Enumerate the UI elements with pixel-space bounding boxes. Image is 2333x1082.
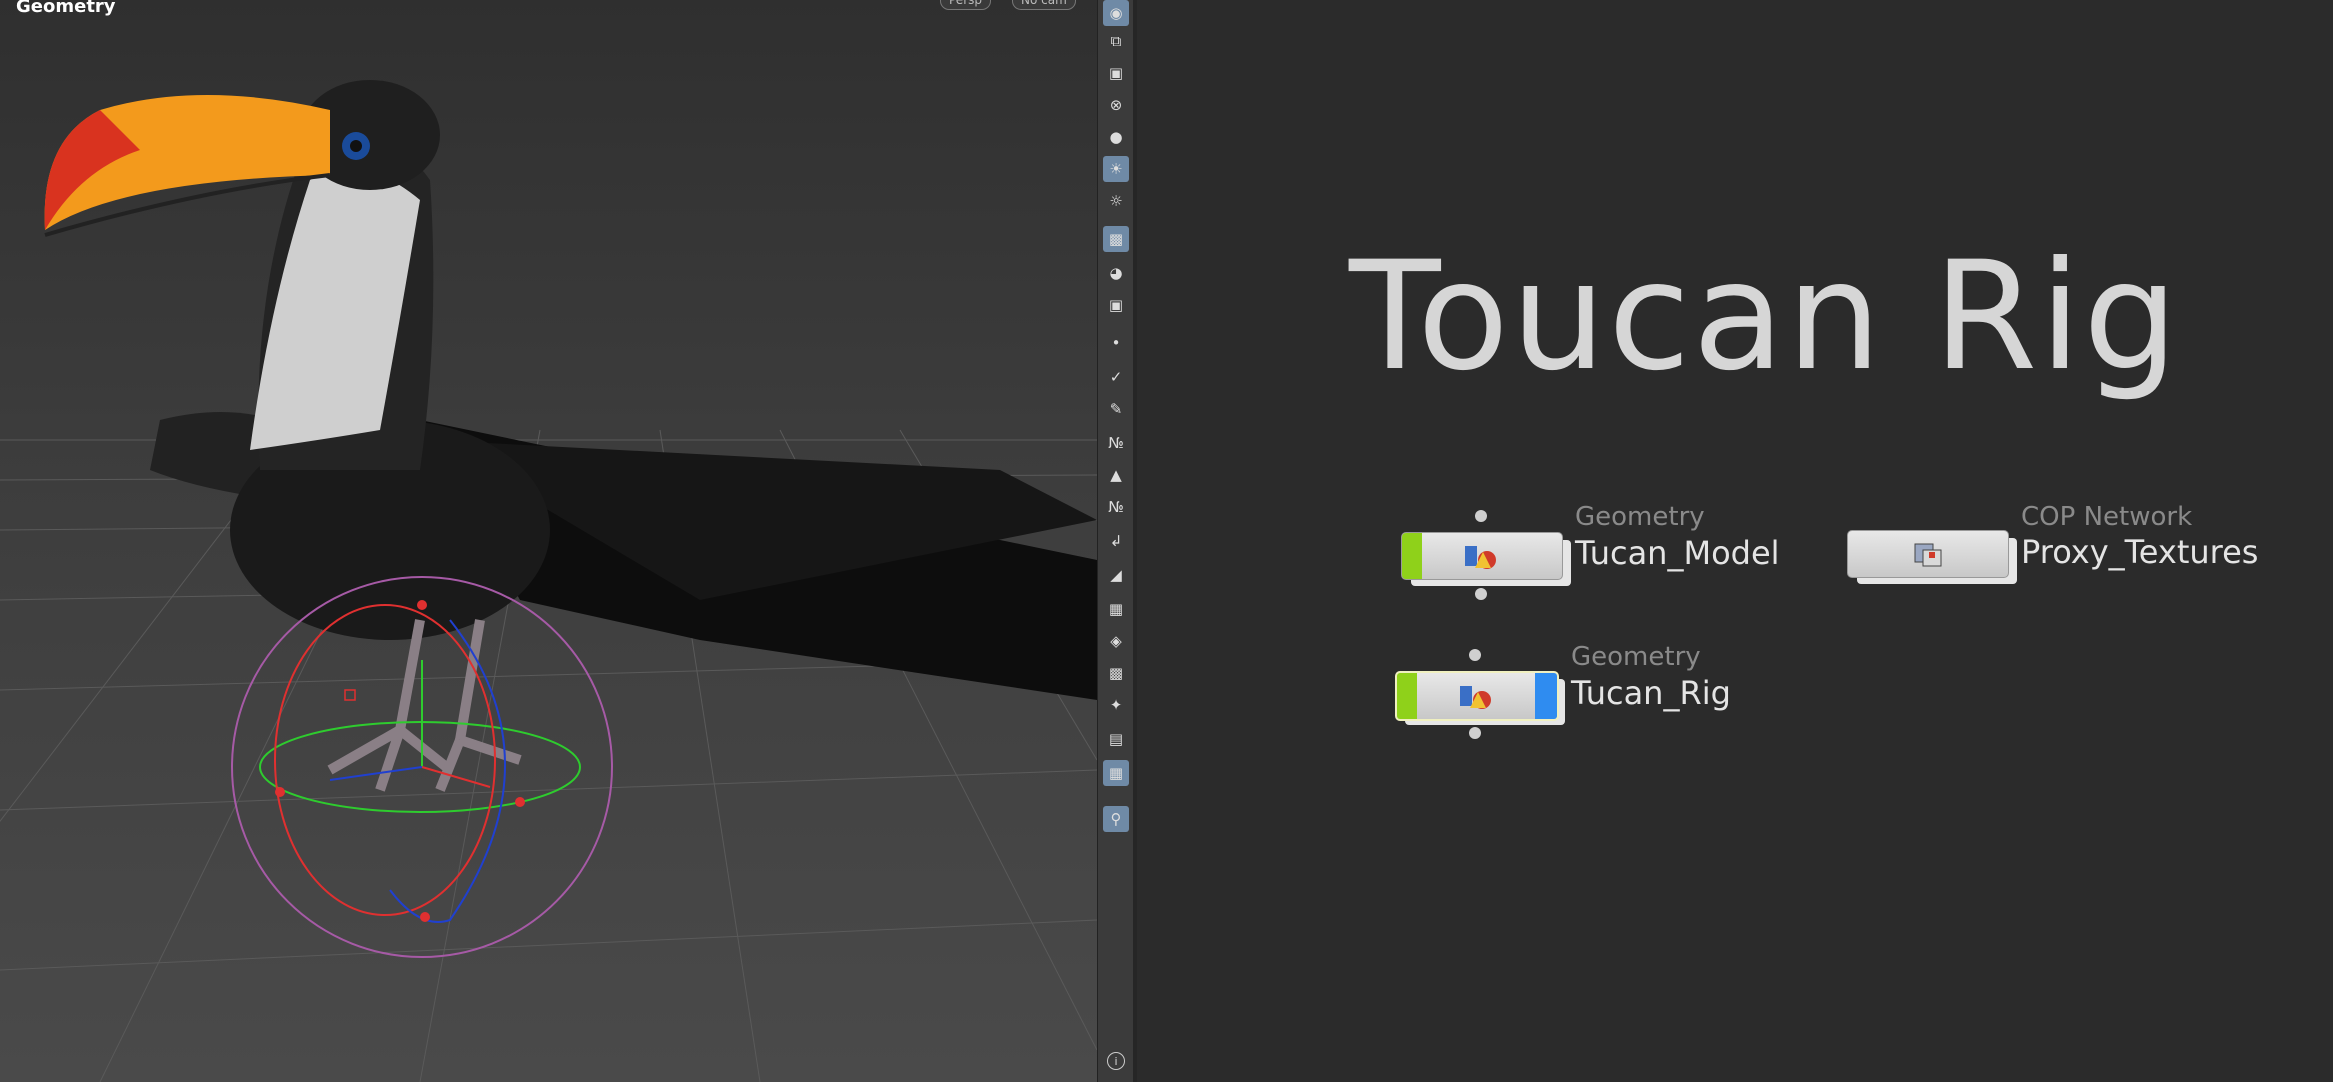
input-port[interactable]	[1469, 649, 1481, 661]
geometry-icon	[1457, 539, 1507, 573]
output-port[interactable]	[1469, 727, 1481, 739]
sphere-icon[interactable]: ●	[1103, 124, 1129, 150]
cop-network-icon	[1903, 537, 1953, 571]
shape-icon[interactable]: ◢	[1103, 562, 1129, 588]
pin-icon[interactable]: ⚲	[1103, 806, 1129, 832]
eye-icon[interactable]: ◕	[1103, 260, 1129, 286]
bulb-outline-icon[interactable]: ☼	[1103, 188, 1129, 214]
camera-icon[interactable]: ▩	[1103, 226, 1129, 252]
display-flag[interactable]	[1535, 673, 1557, 719]
viewport-toolbar: ◉ ⧉ ▣ ⊗ ● ☀ ☼ ▩ ◕ ▣ • ✓ ✎ № ▲ № ↲ ◢ ▦ ◈ …	[1097, 0, 1135, 1082]
network-title: Toucan Rig	[1349, 230, 2181, 404]
input-port[interactable]	[1475, 510, 1487, 522]
output-port[interactable]	[1475, 588, 1487, 600]
joint-icon[interactable]: ✦	[1103, 692, 1129, 718]
info-icon[interactable]: i	[1103, 1048, 1129, 1074]
camera-select-pill[interactable]: No cam	[1012, 0, 1076, 10]
list-icon[interactable]: ▤	[1103, 726, 1129, 752]
pen-icon[interactable]: ✎	[1103, 396, 1129, 422]
numbers2-icon[interactable]: №	[1103, 494, 1129, 520]
brush-icon[interactable]: ✓	[1103, 364, 1129, 390]
image-icon[interactable]: ▦	[1103, 760, 1129, 786]
layers-icon[interactable]: ◈	[1103, 628, 1129, 654]
node-color-tab	[1402, 533, 1422, 579]
point-icon[interactable]: •	[1103, 330, 1129, 356]
node-name-label[interactable]: Tucan_Model	[1575, 534, 1780, 572]
node-name-label[interactable]: Proxy_Textures	[2021, 533, 2258, 571]
viewport-title: Geometry	[16, 0, 116, 17]
camera2-icon[interactable]: ▣	[1103, 292, 1129, 318]
paint-icon[interactable]: ▲	[1103, 462, 1129, 488]
scene-viewport[interactable]: Geometry Persp No cam	[0, 0, 1097, 1082]
node-type-label: Geometry	[1571, 642, 1701, 672]
curve-icon[interactable]: ↲	[1103, 528, 1129, 554]
camera-view-pill[interactable]: Persp	[940, 0, 991, 10]
network-editor[interactable]: Toucan Rig Geometry Tucan_Model COP Netw…	[1137, 0, 2333, 1082]
viewport-scene	[0, 80, 1097, 1082]
close-x-icon[interactable]: ⊗	[1103, 92, 1129, 118]
toucan-legs	[327, 619, 522, 792]
light-bulb-icon[interactable]: ☀	[1103, 156, 1129, 182]
node-type-label: COP Network	[2021, 502, 2193, 532]
map-icon[interactable]: ▩	[1103, 660, 1129, 686]
geometry-icon	[1452, 679, 1502, 713]
display-options-icon[interactable]: ◉	[1103, 0, 1129, 26]
node-type-label: Geometry	[1575, 502, 1705, 532]
lock-icon[interactable]: ▣	[1103, 60, 1129, 86]
node-name-label[interactable]: Tucan_Rig	[1571, 674, 1731, 712]
node-color-tab	[1397, 673, 1417, 719]
numbers-icon[interactable]: №	[1103, 430, 1129, 456]
checker-icon[interactable]: ▦	[1103, 596, 1129, 622]
snap-icon[interactable]: ⧉	[1103, 28, 1129, 54]
